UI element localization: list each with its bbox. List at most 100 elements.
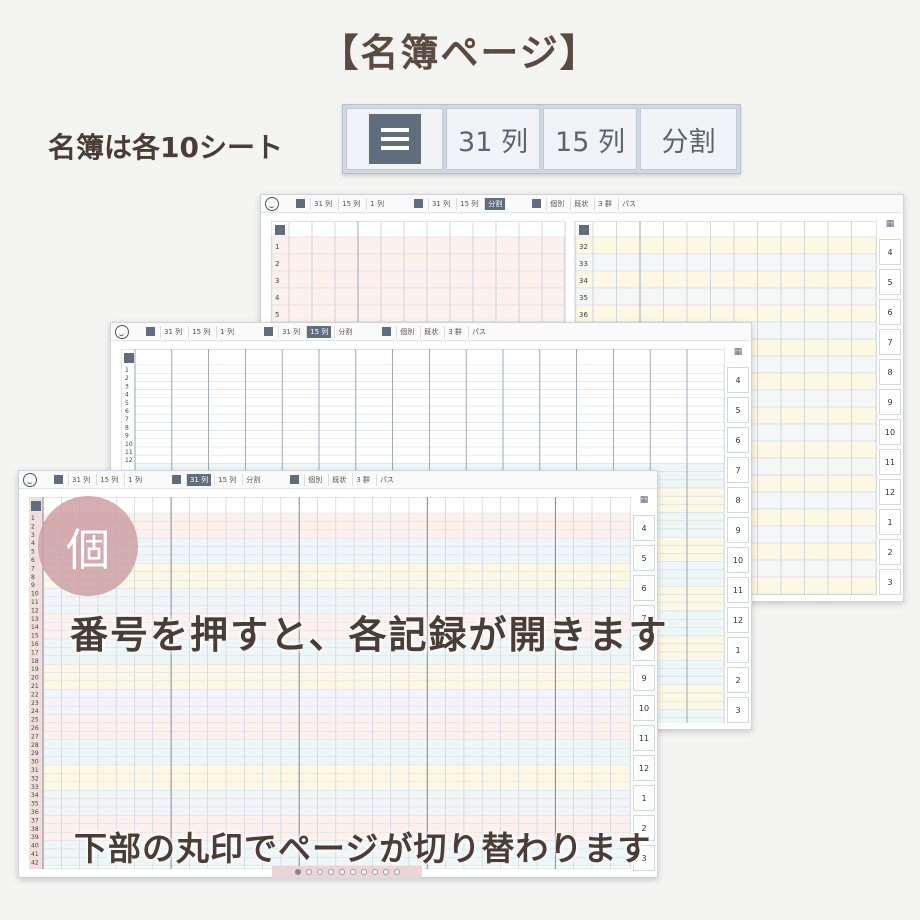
row-number[interactable]: 3 <box>275 277 279 285</box>
row-number[interactable]: 32 <box>31 775 39 782</box>
row-number[interactable]: 1 <box>125 367 129 374</box>
tb-31b[interactable]: 31 列 <box>277 325 303 338</box>
row-number[interactable]: 6 <box>31 557 35 564</box>
list-view-tab[interactable] <box>346 108 443 170</box>
tb-1[interactable]: 1 列 <box>124 473 145 486</box>
face-icon[interactable] <box>23 472 37 487</box>
month-tab[interactable]: 6 <box>879 299 901 325</box>
tb-status[interactable]: 既状 <box>420 325 441 338</box>
tb-31[interactable]: 31 列 <box>160 325 185 338</box>
tb-31[interactable]: 31 列 <box>68 473 93 486</box>
tb-31[interactable]: 31 列 <box>310 197 335 210</box>
row-number[interactable]: 1 <box>275 243 279 251</box>
month-tab[interactable]: 5 <box>879 269 901 295</box>
tab-31-columns[interactable]: 31 列 <box>446 108 540 170</box>
row-number[interactable]: 41 <box>31 851 39 858</box>
face-icon[interactable] <box>115 324 129 339</box>
row-number[interactable]: 34 <box>31 792 39 799</box>
row-number[interactable]: 19 <box>31 666 39 673</box>
face-icon[interactable] <box>265 196 279 211</box>
month-tab[interactable]: 6 <box>727 427 749 453</box>
month-tab[interactable]: 4 <box>633 515 655 541</box>
row-number[interactable]: 16 <box>31 641 39 648</box>
month-tab[interactable]: 9 <box>879 389 901 415</box>
tb-15[interactable]: 15 列 <box>188 325 213 338</box>
row-number[interactable]: 5 <box>125 400 129 407</box>
row-number[interactable]: 33 <box>31 784 39 791</box>
month-tab[interactable]: 7 <box>879 329 901 355</box>
tb-15b[interactable]: 15 列 <box>214 473 239 486</box>
row-number[interactable]: 17 <box>31 649 39 656</box>
row-number[interactable]: 5 <box>275 311 279 319</box>
month-tab[interactable]: 7 <box>727 457 749 483</box>
row-number[interactable]: 38 <box>31 826 39 833</box>
month-tab[interactable]: 11 <box>633 725 655 751</box>
month-tab[interactable]: 10 <box>633 695 655 721</box>
row-number[interactable]: 31 <box>31 767 39 774</box>
row-number[interactable]: 7 <box>125 416 129 423</box>
tb-status[interactable]: 既状 <box>328 473 349 486</box>
calendar-icon[interactable]: ▦ <box>727 347 749 363</box>
row-number[interactable]: 18 <box>31 658 39 665</box>
tb-31b[interactable]: 31 列 <box>427 197 453 210</box>
row-number[interactable]: 26 <box>31 725 39 732</box>
row-number[interactable]: 4 <box>125 392 129 399</box>
row-number[interactable]: 27 <box>31 733 39 740</box>
tb-split[interactable]: 分割 <box>334 325 355 338</box>
row-number[interactable]: 7 <box>31 565 35 572</box>
row-number[interactable]: 4 <box>275 294 280 302</box>
row-number[interactable]: 25 <box>31 717 39 724</box>
month-tab[interactable]: 1 <box>879 509 901 535</box>
tb-1[interactable]: 1 列 <box>216 325 237 338</box>
month-tab[interactable]: 3 <box>727 697 749 723</box>
row-number[interactable]: 3 <box>31 532 35 539</box>
row-number[interactable]: 36 <box>31 809 39 816</box>
row-number[interactable]: 9 <box>125 433 129 440</box>
tb-split[interactable]: 分割 <box>242 473 263 486</box>
month-tab[interactable]: 2 <box>727 667 749 693</box>
row-number[interactable]: 33 <box>579 260 588 268</box>
tb-3group[interactable]: 3 群 <box>352 473 373 486</box>
tb-status[interactable]: 既状 <box>570 197 591 210</box>
calendar-icon[interactable]: ▦ <box>633 495 655 511</box>
row-number[interactable]: 37 <box>31 817 39 824</box>
month-tab[interactable]: 8 <box>727 487 749 513</box>
month-tab[interactable]: 4 <box>879 239 901 265</box>
row-number[interactable]: 14 <box>31 624 39 631</box>
month-tab[interactable]: 10 <box>879 419 901 445</box>
row-number[interactable]: 9 <box>31 582 35 589</box>
month-tab[interactable]: 4 <box>727 367 749 393</box>
row-number[interactable]: 10 <box>31 591 39 598</box>
month-tab[interactable]: 11 <box>879 449 901 475</box>
month-tab[interactable]: 9 <box>633 665 655 691</box>
tb-15[interactable]: 15 列 <box>338 197 363 210</box>
row-number[interactable]: 2 <box>31 523 35 530</box>
tab-15-columns[interactable]: 15 列 <box>543 108 637 170</box>
row-number[interactable]: 1 <box>31 515 35 522</box>
row-number[interactable]: 6 <box>125 408 129 415</box>
month-tab[interactable]: 6 <box>633 575 655 601</box>
month-tab[interactable]: 5 <box>727 397 749 423</box>
calendar-icon[interactable]: ▦ <box>879 219 901 235</box>
row-number[interactable]: 8 <box>125 424 129 431</box>
tb-pass[interactable]: パス <box>617 197 639 210</box>
tb-individual[interactable]: 個別 <box>546 197 567 210</box>
row-number[interactable]: 12 <box>31 607 39 614</box>
month-tab[interactable]: 9 <box>727 517 749 543</box>
month-tab[interactable]: 1 <box>633 785 655 811</box>
row-number[interactable]: 8 <box>31 574 35 581</box>
row-number[interactable]: 42 <box>31 859 39 866</box>
tb-individual[interactable]: 個別 <box>304 473 325 486</box>
row-number[interactable]: 2 <box>125 375 129 382</box>
row-number[interactable]: 11 <box>125 449 133 456</box>
row-number[interactable]: 28 <box>31 742 39 749</box>
row-number[interactable]: 35 <box>579 294 588 302</box>
row-number[interactable]: 32 <box>579 243 588 251</box>
tb-3group[interactable]: 3 群 <box>444 325 465 338</box>
tb-individual[interactable]: 個別 <box>396 325 417 338</box>
row-number[interactable]: 15 <box>31 633 39 640</box>
row-number[interactable]: 2 <box>275 260 279 268</box>
row-number[interactable]: 11 <box>31 599 39 606</box>
tb-3group[interactable]: 3 群 <box>594 197 615 210</box>
month-tab[interactable]: 8 <box>879 359 901 385</box>
